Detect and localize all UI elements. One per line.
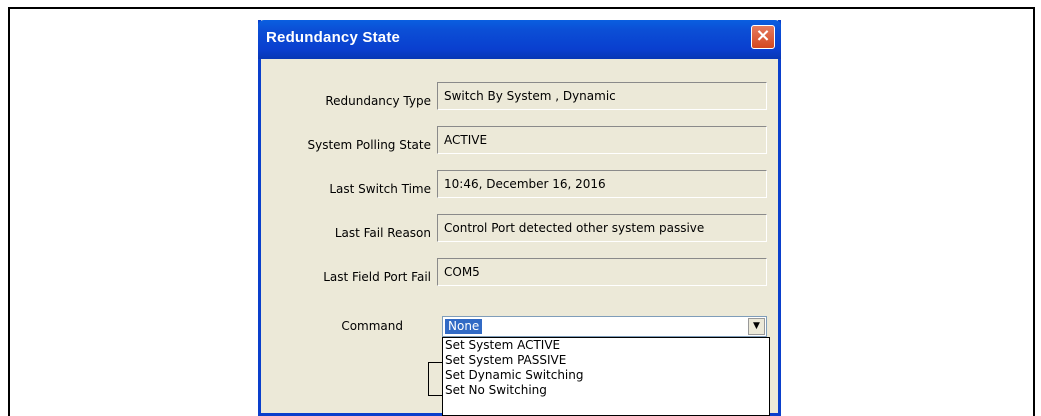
title-bar[interactable]: Redundancy State × [258,20,781,59]
dropdown-option[interactable]: Set System PASSIVE [443,353,769,368]
system-polling-state-label: System Polling State [307,138,431,152]
command-dropdown-list: Set System ACTIVE Set System PASSIVE Set… [442,337,770,416]
command-label: Command [341,319,403,333]
redundancy-state-dialog: Redundancy State × Redundancy Type Switc… [258,20,781,416]
redundancy-type-label: Redundancy Type [325,94,431,108]
system-polling-state-field: ACTIVE [437,126,767,154]
dialog-title: Redundancy State [266,29,401,46]
last-field-port-fail-field: COM5 [437,258,767,286]
last-fail-reason-field: Control Port detected other system passi… [437,214,767,242]
dropdown-option[interactable]: Set System ACTIVE [443,338,769,353]
dropdown-option[interactable]: Set Dynamic Switching [443,368,769,383]
last-fail-reason-label: Last Fail Reason [334,226,431,240]
dropdown-option[interactable]: Set No Switching [443,383,769,398]
command-selected-value: None [445,319,483,334]
close-icon[interactable]: × [751,25,775,49]
last-field-port-fail-label: Last Field Port Fail [323,270,431,284]
chevron-down-icon[interactable]: ▼ [748,318,765,335]
last-switch-time-label: Last Switch Time [329,182,431,196]
last-switch-time-field: 10:46, December 16, 2016 [437,170,767,198]
redundancy-type-field: Switch By System , Dynamic [437,82,767,110]
command-select[interactable]: None ▼ [442,316,767,337]
